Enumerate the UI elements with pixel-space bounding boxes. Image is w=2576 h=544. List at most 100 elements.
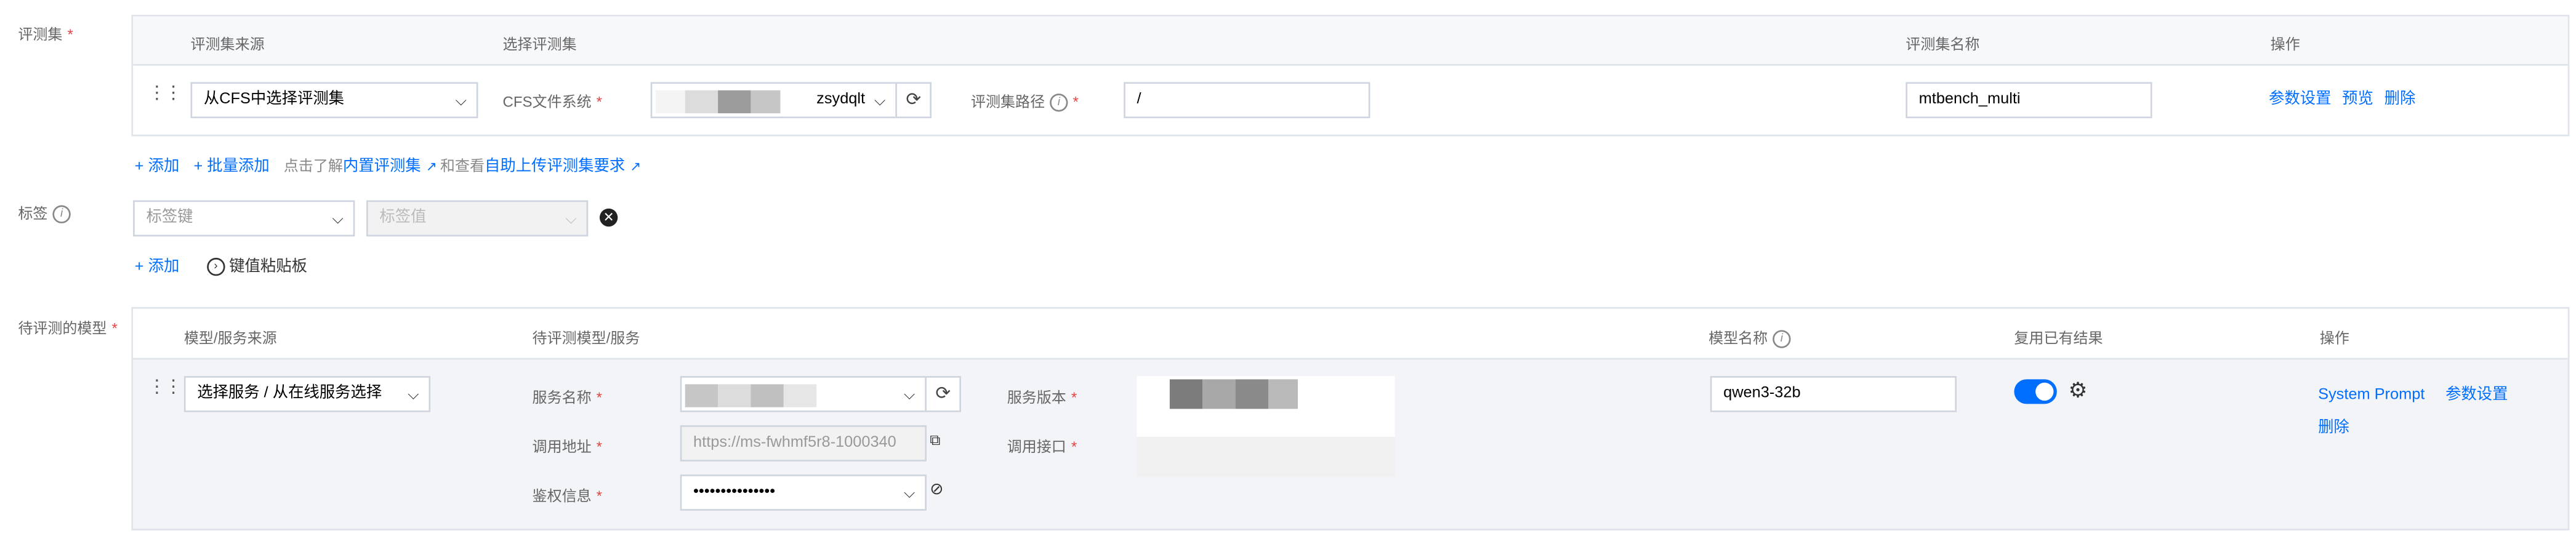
dataset-path-input[interactable]: /: [1124, 82, 1371, 119]
add-tag-button[interactable]: + 添加: [135, 258, 180, 276]
copy-icon[interactable]: ⧉: [930, 432, 940, 450]
cfs-label: CFS文件系统 *: [503, 90, 603, 112]
model-source-select[interactable]: 选择服务 / 从在线服务选择 ⌵: [183, 376, 431, 412]
required-mark: *: [596, 487, 603, 505]
dataset-actions: + 添加 + 批量添加 点击了解内置评测集 ↗ 和查看自助上传评测集要求 ↗: [135, 153, 641, 175]
redacted-block: [1235, 379, 1268, 409]
hint-prefix: 点击了解: [283, 158, 343, 174]
url-label: 调用地址 *: [533, 435, 602, 457]
tags-label-text: 标签: [18, 205, 48, 222]
header-model-name-text: 模型名称: [1709, 330, 1768, 347]
redacted-block: [655, 90, 685, 114]
dataset-source-select[interactable]: 从CFS中选择评测集 ⌵: [190, 82, 478, 119]
chevron-down-icon: ⌵: [332, 210, 344, 227]
header-model-name: 模型名称 i: [1709, 327, 1791, 349]
dataset-name-input[interactable]: mtbench_multi: [1906, 82, 2152, 119]
drag-handle-icon[interactable]: ⋮⋮: [148, 376, 182, 398]
redacted-block: [718, 384, 751, 407]
model-row-ops: System Prompt 参数设置: [2318, 381, 2508, 404]
redacted-block: [718, 90, 751, 114]
params-link[interactable]: 参数设置: [2269, 90, 2331, 108]
dataset-row-ops: 参数设置 预览 删除: [2269, 86, 2415, 108]
preview-link[interactable]: 预览: [2342, 90, 2373, 108]
required-mark: *: [1073, 94, 1079, 110]
refresh-icon[interactable]: ⟳: [925, 376, 961, 412]
tag-key-placeholder: 标签键: [146, 208, 193, 227]
dataset-table-header: [133, 16, 2568, 66]
drag-handle-icon[interactable]: ⋮⋮: [148, 82, 182, 103]
tag-actions: + 添加 › 键值粘贴板: [135, 253, 307, 276]
auth-value: •••••••••••••••: [693, 482, 776, 501]
paste-board-label: 键值粘贴板: [229, 257, 307, 276]
dataset-path-label-text: 评测集路径: [971, 94, 1045, 110]
header-reuse-results: 复用已有结果: [2014, 330, 2103, 347]
chevron-down-icon: ⌵: [565, 210, 577, 227]
model-delete-link[interactable]: 删除: [2318, 414, 2349, 436]
required-mark: *: [1071, 438, 1077, 455]
redacted-block: [1202, 379, 1236, 409]
delete-link[interactable]: 删除: [2385, 90, 2416, 108]
plus-icon: +: [134, 257, 148, 276]
reuse-results-toggle[interactable]: [2014, 379, 2057, 404]
redacted-block: [783, 384, 817, 407]
gear-icon[interactable]: ⚙: [2068, 378, 2087, 404]
service-name-label-text: 服务名称: [532, 389, 592, 406]
header-dataset-name: 评测集名称: [1906, 36, 1980, 53]
auth-select[interactable]: ••••••••••••••• ⌵: [680, 474, 927, 511]
models-table-header: [133, 308, 2568, 360]
clear-icon[interactable]: ✕: [599, 208, 618, 227]
header-model-service: 待评测模型/服务: [532, 330, 640, 347]
cfs-filesystem-select[interactable]: zsydqlt ⌵: [650, 82, 897, 119]
chevron-down-icon: ⌵: [874, 92, 886, 109]
tag-value-placeholder: 标签值: [379, 208, 427, 227]
endpoint-label: 调用接口 *: [1007, 435, 1077, 457]
cfs-label-text: CFS文件系统: [502, 94, 592, 110]
builtin-datasets-link[interactable]: 内置评测集: [343, 158, 421, 175]
info-icon[interactable]: i: [1773, 330, 1791, 349]
model-name-input[interactable]: qwen3-32b: [1710, 376, 1957, 412]
cfs-filesystem-value: zsydqlt: [816, 90, 866, 109]
dataset-path-label: 评测集路径 i *: [971, 90, 1079, 112]
chevron-down-icon: ⌵: [408, 386, 419, 402]
hint-mid: 和查看: [440, 158, 485, 174]
service-name-label: 服务名称 *: [533, 386, 602, 407]
dataset-section-label: 评测集 *: [18, 23, 73, 44]
auth-label-text: 鉴权信息: [532, 487, 592, 505]
chevron-down-icon: ⌵: [904, 386, 916, 402]
dataset-label-text: 评测集: [18, 26, 63, 43]
model-params-link[interactable]: 参数设置: [2445, 386, 2508, 404]
add-dataset-button[interactable]: + 添加: [135, 158, 180, 175]
service-version-select[interactable]: [1137, 376, 1395, 444]
system-prompt-link[interactable]: System Prompt: [2318, 386, 2425, 404]
auth-label: 鉴权信息 *: [533, 484, 602, 506]
chevron-right-circle-icon: ›: [206, 257, 225, 276]
eye-off-icon[interactable]: ⊘: [930, 481, 943, 499]
paste-board-button[interactable]: › 键值粘贴板: [206, 257, 307, 276]
redacted-block: [751, 90, 781, 114]
service-name-select[interactable]: ⌵: [680, 376, 927, 412]
refresh-icon[interactable]: ⟳: [895, 82, 932, 119]
header-model-source: 模型/服务来源: [183, 330, 277, 347]
redacted-block: [685, 384, 718, 407]
external-link-icon: ↗: [630, 159, 642, 174]
tag-key-select[interactable]: 标签键 ⌵: [133, 200, 355, 237]
external-link-icon: ↗: [425, 159, 437, 174]
header-select-dataset: 选择评测集: [502, 36, 577, 53]
service-version-label: 服务版本 *: [1007, 386, 1077, 407]
redacted-block: [1268, 379, 1298, 409]
upload-requirements-link[interactable]: 自助上传评测集要求: [485, 158, 625, 175]
batch-add-button[interactable]: + 批量添加: [193, 158, 269, 175]
url-label-text: 调用地址: [532, 438, 592, 455]
chevron-down-icon: ⌵: [455, 92, 467, 109]
required-mark: *: [111, 320, 118, 337]
batch-add-label: 批量添加: [207, 158, 270, 176]
chevron-down-icon: ⌵: [904, 484, 916, 501]
endpoint-label-text: 调用接口: [1007, 438, 1066, 455]
endpoint-value-redacted[interactable]: [1137, 436, 1395, 476]
service-url-input[interactable]: https://ms-fwhmf5r8-1000340: [680, 425, 927, 462]
info-icon[interactable]: i: [1050, 94, 1068, 112]
tag-value-select[interactable]: 标签值 ⌵: [366, 200, 589, 237]
info-icon[interactable]: i: [52, 205, 71, 224]
models-label-text: 待评测的模型: [18, 320, 107, 337]
redacted-block: [1169, 379, 1203, 409]
